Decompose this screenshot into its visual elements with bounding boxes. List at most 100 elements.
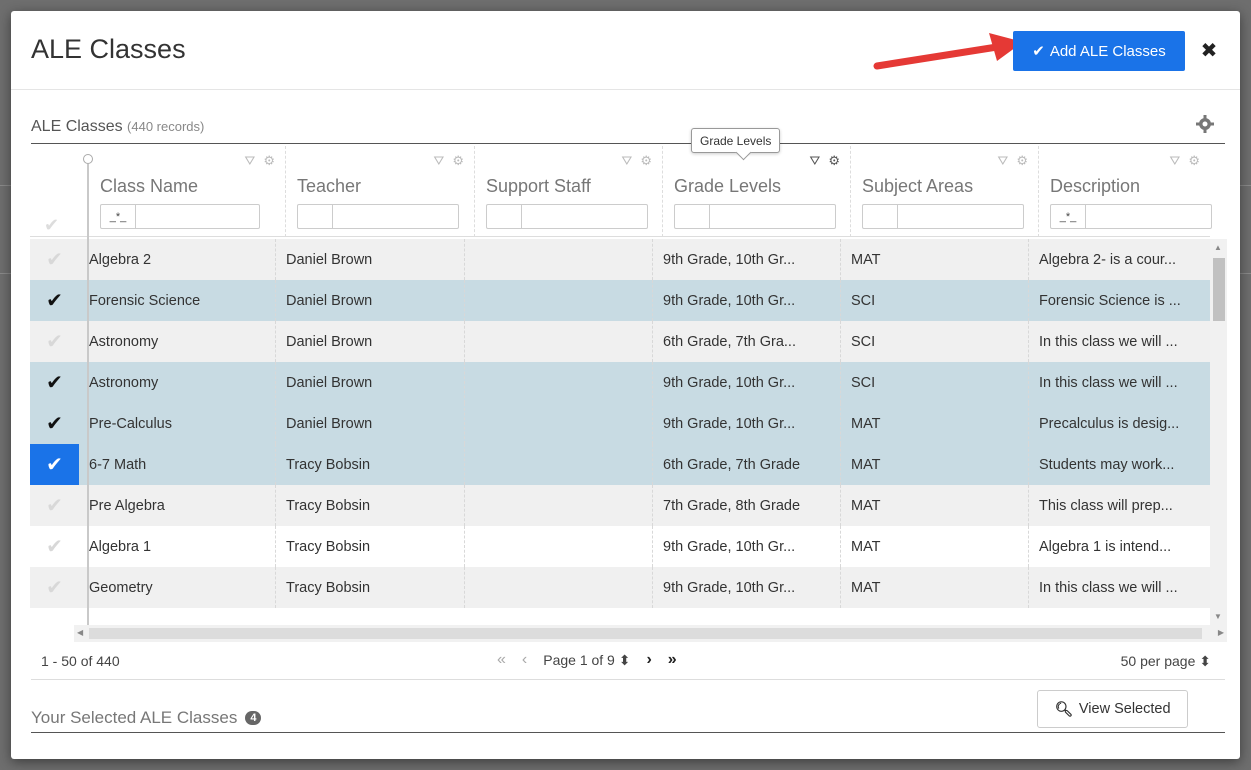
column-header-class-name[interactable]: ⛛ ⚙ Class Name _*_: [89, 146, 286, 237]
cell-class-name: 6-7 Math: [79, 444, 276, 485]
cell-teacher: Daniel Brown: [276, 239, 465, 280]
cell-grade-levels: 7th Grade, 8th Grade: [653, 485, 841, 526]
column-divider: [87, 164, 89, 634]
row-checkbox[interactable]: ✔: [30, 239, 79, 280]
column-header-description[interactable]: ⛛ ⚙ Description _*_: [1039, 146, 1212, 237]
filter-icon[interactable]: ⛛: [244, 153, 255, 169]
cell-support-staff: [465, 362, 653, 403]
cell-teacher: Daniel Brown: [276, 362, 465, 403]
scroll-down-icon[interactable]: ▼: [1214, 612, 1222, 621]
check-icon: ✔: [46, 577, 63, 599]
grid-header: ✔ ⛛ ⚙ Class Name _*_ ⛛ ⚙ Teacher ⛛ ⚙ Suppor…: [30, 146, 1212, 237]
table-row[interactable]: ✔ Pre Algebra Tracy Bobsin 7th Grade, 8th G…: [30, 485, 1210, 526]
cell-description: Precalculus is desig...: [1039, 415, 1180, 432]
cell-grade-levels: 9th Grade, 10th Gr...: [653, 403, 841, 444]
description-filter-input[interactable]: _*_: [1050, 204, 1212, 229]
row-checkbox[interactable]: ✔: [30, 362, 79, 403]
cell-teacher: Tracy Bobsin: [276, 485, 465, 526]
section-title: ALE Classes (440 records): [31, 118, 205, 135]
teacher-filter-input[interactable]: [297, 204, 459, 229]
gear-icon[interactable]: ⚙: [828, 153, 840, 169]
cell-grade-levels: 6th Grade, 7th Gra...: [653, 321, 841, 362]
row-checkbox[interactable]: ✔: [30, 485, 79, 526]
column-header-subject-areas[interactable]: ⛛ ⚙ Subject Areas: [851, 146, 1039, 237]
scroll-up-icon[interactable]: ▲: [1214, 243, 1222, 252]
cell-support-staff: [465, 567, 653, 608]
table-row[interactable]: ✔ Forensic Science Daniel Brown 9th Grade, …: [30, 280, 1210, 321]
last-page-button[interactable]: »: [668, 651, 677, 669]
cell-support-staff: [465, 280, 653, 321]
check-icon: ✔: [46, 290, 63, 312]
table-row[interactable]: ✔ Algebra 2 Daniel Brown 9th Grade, 10th Gr…: [30, 239, 1210, 280]
cell-subject: MAT: [841, 444, 1029, 485]
table-row[interactable]: ✔ 6-7 Math Tracy Bobsin 6th Grade, 7th Grad…: [30, 444, 1210, 485]
row-checkbox[interactable]: ✔: [30, 444, 79, 485]
cell-teacher: Tracy Bobsin: [276, 567, 465, 608]
cell-grade-levels: 9th Grade, 10th Gr...: [653, 526, 841, 567]
modal-header: ALE Classes ✔ Add ALE Classes ✖: [11, 11, 1240, 90]
per-page-select[interactable]: 50 per page ⬍: [1121, 653, 1211, 670]
cell-teacher: Daniel Brown: [276, 403, 465, 444]
gear-icon[interactable]: ⚙: [1016, 153, 1028, 169]
scrollbar-thumb[interactable]: [1213, 258, 1225, 321]
gear-icon[interactable]: ⚙: [263, 153, 275, 169]
gear-icon[interactable]: ⚙: [640, 153, 652, 169]
vertical-scrollbar[interactable]: ▲ ▼: [1210, 239, 1227, 625]
table-row[interactable]: ✔ Geometry Tracy Bobsin 9th Grade, 10th Gr.…: [30, 567, 1210, 608]
filter-icon[interactable]: ⛛: [621, 153, 632, 169]
section-divider: [31, 143, 1225, 144]
horizontal-scrollbar[interactable]: ◀ ▶: [74, 625, 1227, 642]
cell-description: This class will prep...: [1039, 497, 1173, 514]
support-staff-filter-input[interactable]: [486, 204, 648, 229]
filter-icon[interactable]: ⛛: [1169, 153, 1180, 169]
search-icon: 🔍︎: [1054, 701, 1073, 718]
cell-support-staff: [465, 239, 653, 280]
page-select[interactable]: Page 1 of 9 ⬍: [543, 652, 630, 669]
column-header-support-staff[interactable]: ⛛ ⚙ Support Staff: [475, 146, 663, 237]
table-row[interactable]: ✔ Astronomy Daniel Brown 6th Grade, 7th Gra…: [30, 321, 1210, 362]
gear-icon[interactable]: ⚙: [1188, 153, 1200, 169]
row-checkbox[interactable]: ✔: [30, 526, 79, 567]
view-selected-button[interactable]: 🔍︎ View Selected: [1037, 690, 1188, 728]
subject-areas-filter-input[interactable]: [862, 204, 1024, 229]
cell-support-staff: [465, 485, 653, 526]
row-checkbox[interactable]: ✔: [30, 321, 79, 362]
first-page-button[interactable]: «: [497, 651, 506, 669]
ale-classes-modal: ALE Classes ✔ Add ALE Classes ✖ ALE Clas…: [11, 11, 1240, 759]
record-range: 1 - 50 of 440: [41, 653, 120, 669]
scrollbar-thumb[interactable]: [89, 628, 1202, 639]
close-icon[interactable]: ✖: [1195, 36, 1223, 64]
gear-icon[interactable]: [1195, 114, 1215, 134]
cell-description: In this class we will ...: [1039, 374, 1178, 391]
gear-icon[interactable]: ⚙: [452, 153, 464, 169]
scroll-right-icon[interactable]: ▶: [1218, 628, 1224, 637]
filter-icon[interactable]: ⛛: [997, 153, 1008, 169]
scroll-left-icon[interactable]: ◀: [77, 628, 83, 637]
prev-page-button[interactable]: ‹: [522, 651, 527, 669]
add-ale-classes-button[interactable]: ✔ Add ALE Classes: [1013, 31, 1185, 71]
table-row[interactable]: ✔ Astronomy Daniel Brown 9th Grade, 10th Gr…: [30, 362, 1210, 403]
pager: 1 - 50 of 440 « ‹ Page 1 of 9 ⬍ › » 50 p…: [31, 647, 1225, 677]
column-header-teacher[interactable]: ⛛ ⚙ Teacher: [286, 146, 475, 237]
row-checkbox[interactable]: ✔: [30, 567, 79, 608]
filter-icon[interactable]: ⛛: [433, 153, 444, 169]
filter-icon[interactable]: ⛛: [809, 153, 820, 169]
cell-support-staff: [465, 403, 653, 444]
cell-description: Algebra 1 is intend...: [1039, 538, 1172, 555]
column-header-grade-levels[interactable]: ⛛ ⚙ Grade Levels: [663, 146, 851, 237]
grade-levels-filter-input[interactable]: [674, 204, 836, 229]
cell-subject: MAT: [841, 239, 1029, 280]
pager-nav: « ‹ Page 1 of 9 ⬍ › »: [497, 651, 677, 669]
cell-grade-levels: 9th Grade, 10th Gr...: [653, 239, 841, 280]
selected-classes-title: Your Selected ALE Classes 4: [31, 708, 262, 728]
select-all-checkbox[interactable]: ✔: [30, 146, 79, 237]
row-checkbox[interactable]: ✔: [30, 403, 79, 444]
class-name-filter-input[interactable]: _*_: [100, 204, 260, 229]
table-row[interactable]: ✔ Algebra 1 Tracy Bobsin 9th Grade, 10th Gr…: [30, 526, 1210, 567]
table-row[interactable]: ✔ Pre-Calculus Daniel Brown 9th Grade, 10th…: [30, 403, 1210, 444]
next-page-button[interactable]: ›: [646, 651, 651, 669]
cell-class-name: Algebra 1: [79, 526, 276, 567]
row-checkbox[interactable]: ✔: [30, 280, 79, 321]
grid-body: ✔ Algebra 2 Daniel Brown 9th Grade, 10th Gr…: [30, 239, 1210, 608]
cell-grade-levels: 9th Grade, 10th Gr...: [653, 280, 841, 321]
